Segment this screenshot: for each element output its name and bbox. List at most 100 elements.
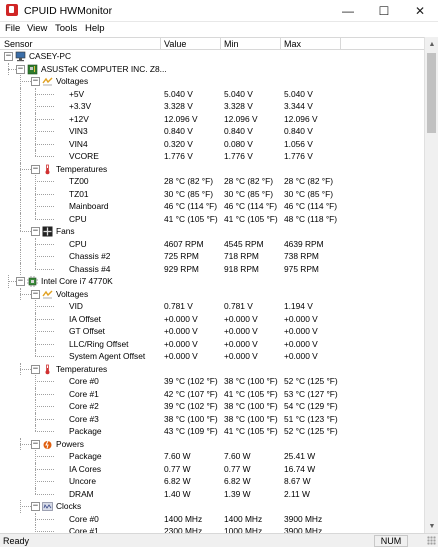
sensor-group-row[interactable]: − Fans: [0, 225, 424, 238]
sensor-value: 42 °C (107 °F): [164, 388, 218, 399]
sensor-row[interactable]: LLC/Ring Offset +0.000 V +0.000 V +0.000 V: [0, 337, 424, 350]
sensor-row[interactable]: +12V 12.096 V 12.096 V 12.096 V: [0, 112, 424, 125]
sensor-row[interactable]: Core #0 1400 MHz 1400 MHz 3900 MHz: [0, 512, 424, 525]
collapse-toggle-icon[interactable]: −: [31, 502, 40, 511]
sensor-max: 738 RPM: [284, 251, 319, 261]
sensor-min: 4545 RPM: [224, 238, 264, 249]
collapse-toggle-icon[interactable]: −: [16, 277, 25, 286]
column-divider[interactable]: [340, 38, 341, 50]
sensor-row[interactable]: Mainboard 46 °C (114 °F) 46 °C (114 °F) 46 …: [0, 200, 424, 213]
sensor-row[interactable]: VCORE 1.776 V 1.776 V 1.776 V: [0, 150, 424, 163]
device-row[interactable]: − CASEY-PC: [0, 50, 424, 63]
sensor-row[interactable]: VIN4 0.320 V 0.080 V 1.056 V: [0, 137, 424, 150]
node-label: Intel Core i7 4770K: [41, 276, 113, 286]
sensor-min: +0.000 V: [224, 313, 258, 324]
temperature-icon: [42, 164, 53, 175]
sensor-value: 39 °C (102 °F): [164, 401, 218, 411]
sensor-row[interactable]: +5V 5.040 V 5.040 V 5.040 V: [0, 87, 424, 100]
tree-line: [35, 518, 54, 520]
column-sensor[interactable]: Sensor: [0, 39, 160, 50]
sensor-row[interactable]: CPU 4607 RPM 4545 RPM 4639 RPM: [0, 237, 424, 250]
sensor-row[interactable]: Core #3 38 °C (100 °F) 38 °C (100 °F) 51 °C…: [0, 412, 424, 425]
sensor-row[interactable]: VIN3 0.840 V 0.840 V 0.840 V: [0, 125, 424, 138]
maximize-button[interactable]: ☐: [366, 0, 402, 22]
sensor-value: 0.77 W: [164, 463, 191, 474]
sensor-value: 0.781 V: [164, 301, 193, 311]
collapse-toggle-icon[interactable]: −: [31, 77, 40, 86]
tree-line: [35, 456, 54, 457]
status-text: Ready: [3, 536, 30, 546]
sensor-group-row[interactable]: − Voltages: [0, 287, 424, 300]
sensor-row[interactable]: Core #0 39 °C (102 °F) 38 °C (100 °F) 52 °C…: [0, 375, 424, 388]
sensor-row[interactable]: Uncore 6.82 W 6.82 W 8.67 W: [0, 475, 424, 488]
collapse-toggle-icon[interactable]: −: [4, 52, 13, 61]
sensor-group-row[interactable]: − Temperatures: [0, 162, 424, 175]
scroll-down-arrow-icon[interactable]: ▼: [425, 519, 438, 533]
power-icon: [42, 439, 53, 450]
sensor-max: 975 RPM: [284, 263, 319, 274]
column-value[interactable]: Value: [160, 39, 220, 50]
sensor-row[interactable]: TZ00 28 °C (82 °F) 28 °C (82 °F) 28 °C (82 …: [0, 175, 424, 188]
window-title: CPUID HWMonitor: [24, 5, 113, 17]
collapse-toggle-icon[interactable]: −: [31, 227, 40, 236]
sensor-min: +0.000 V: [224, 351, 258, 361]
sensor-row[interactable]: DRAM 1.40 W 1.39 W 2.11 W: [0, 487, 424, 501]
column-max[interactable]: Max: [280, 39, 340, 50]
sensor-row[interactable]: Chassis #2 725 RPM 718 RPM 738 RPM: [0, 250, 424, 263]
collapse-toggle-icon[interactable]: −: [31, 164, 40, 174]
column-min[interactable]: Min: [220, 39, 280, 50]
menu-view[interactable]: View: [27, 23, 47, 34]
sensor-tree[interactable]: − CASEY-PC − ASUSTeK COMPUTER INC. Z8... − Vo…: [0, 50, 424, 533]
sensor-min: 38 °C (100 °F): [224, 376, 278, 386]
sensor-max: 52 °C (125 °F): [284, 376, 338, 386]
vertical-scrollbar[interactable]: ▲ ▼: [424, 37, 438, 533]
sensor-row[interactable]: TZ01 30 °C (85 °F) 30 °C (85 °F) 30 °C (85 …: [0, 187, 424, 200]
tree-line: [20, 100, 21, 113]
node-label: Temperatures: [56, 363, 108, 374]
sensor-row[interactable]: IA Offset +0.000 V +0.000 V +0.000 V: [0, 312, 424, 325]
sensor-row[interactable]: +3.3V 3.328 V 3.328 V 3.344 V: [0, 100, 424, 113]
sensor-label: Core #3: [69, 413, 99, 424]
sensor-group-row[interactable]: − Powers: [0, 437, 424, 450]
menu-tools[interactable]: Tools: [55, 23, 77, 34]
sensor-row[interactable]: Core #2 39 °C (102 °F) 38 °C (100 °F) 54 °C…: [0, 400, 424, 413]
menu-file[interactable]: File: [5, 23, 20, 34]
tree-line: [35, 131, 54, 132]
tree-line: [35, 268, 54, 270]
collapse-toggle-icon[interactable]: −: [31, 439, 40, 449]
sensor-value: 1400 MHz: [164, 513, 203, 524]
collapse-toggle-icon[interactable]: −: [31, 289, 40, 299]
collapse-toggle-icon[interactable]: −: [31, 364, 40, 374]
sensor-row[interactable]: Core #1 42 °C (107 °F) 41 °C (105 °F) 53 °C…: [0, 387, 424, 400]
status-bar: Ready NUM: [0, 533, 438, 547]
collapse-toggle-icon[interactable]: −: [16, 64, 25, 74]
sensor-row[interactable]: IA Cores 0.77 W 0.77 W 16.74 W: [0, 462, 424, 475]
sensor-max: 2.11 W: [284, 488, 310, 499]
sensor-group-row[interactable]: − Temperatures: [0, 362, 424, 375]
sensor-group-row[interactable]: − Voltages: [0, 75, 424, 88]
scroll-up-arrow-icon[interactable]: ▲: [425, 37, 438, 51]
sensor-row[interactable]: Core #1 2300 MHz 1000 MHz 3900 MHz: [0, 525, 424, 533]
sensor-row[interactable]: System Agent Offset +0.000 V +0.000 V +0.00…: [0, 350, 424, 363]
sensor-max: +0.000 V: [284, 326, 318, 336]
sensor-min: +0.000 V: [224, 326, 258, 336]
sensor-row[interactable]: CPU 41 °C (105 °F) 41 °C (105 °F) 48 °C (11…: [0, 212, 424, 225]
tree-line: [20, 262, 21, 275]
minimize-button[interactable]: —: [330, 0, 366, 22]
sensor-label: TZ01: [69, 188, 89, 199]
sensor-value: 1.776 V: [164, 151, 193, 161]
device-row[interactable]: − ASUSTeK COMPUTER INC. Z8...: [0, 62, 424, 75]
menu-help[interactable]: Help: [85, 23, 105, 34]
sensor-row[interactable]: GT Offset +0.000 V +0.000 V +0.000 V: [0, 325, 424, 338]
sensor-row[interactable]: Package 43 °C (109 °F) 41 °C (105 °F) 52 °C…: [0, 425, 424, 438]
sensor-group-row[interactable]: − Clocks: [0, 500, 424, 513]
sensor-max: 12.096 V: [284, 113, 318, 124]
resize-grip[interactable]: [427, 536, 436, 545]
scrollbar-thumb[interactable]: [427, 53, 436, 133]
voltage-icon: [42, 76, 53, 87]
close-button[interactable]: ✕: [402, 0, 438, 22]
sensor-row[interactable]: VID 0.781 V 0.781 V 1.194 V: [0, 300, 424, 313]
device-row[interactable]: − Intel Core i7 4770K: [0, 275, 424, 288]
sensor-row[interactable]: Package 7.60 W 7.60 W 25.41 W: [0, 450, 424, 463]
sensor-row[interactable]: Chassis #4 929 RPM 918 RPM 975 RPM: [0, 262, 424, 275]
